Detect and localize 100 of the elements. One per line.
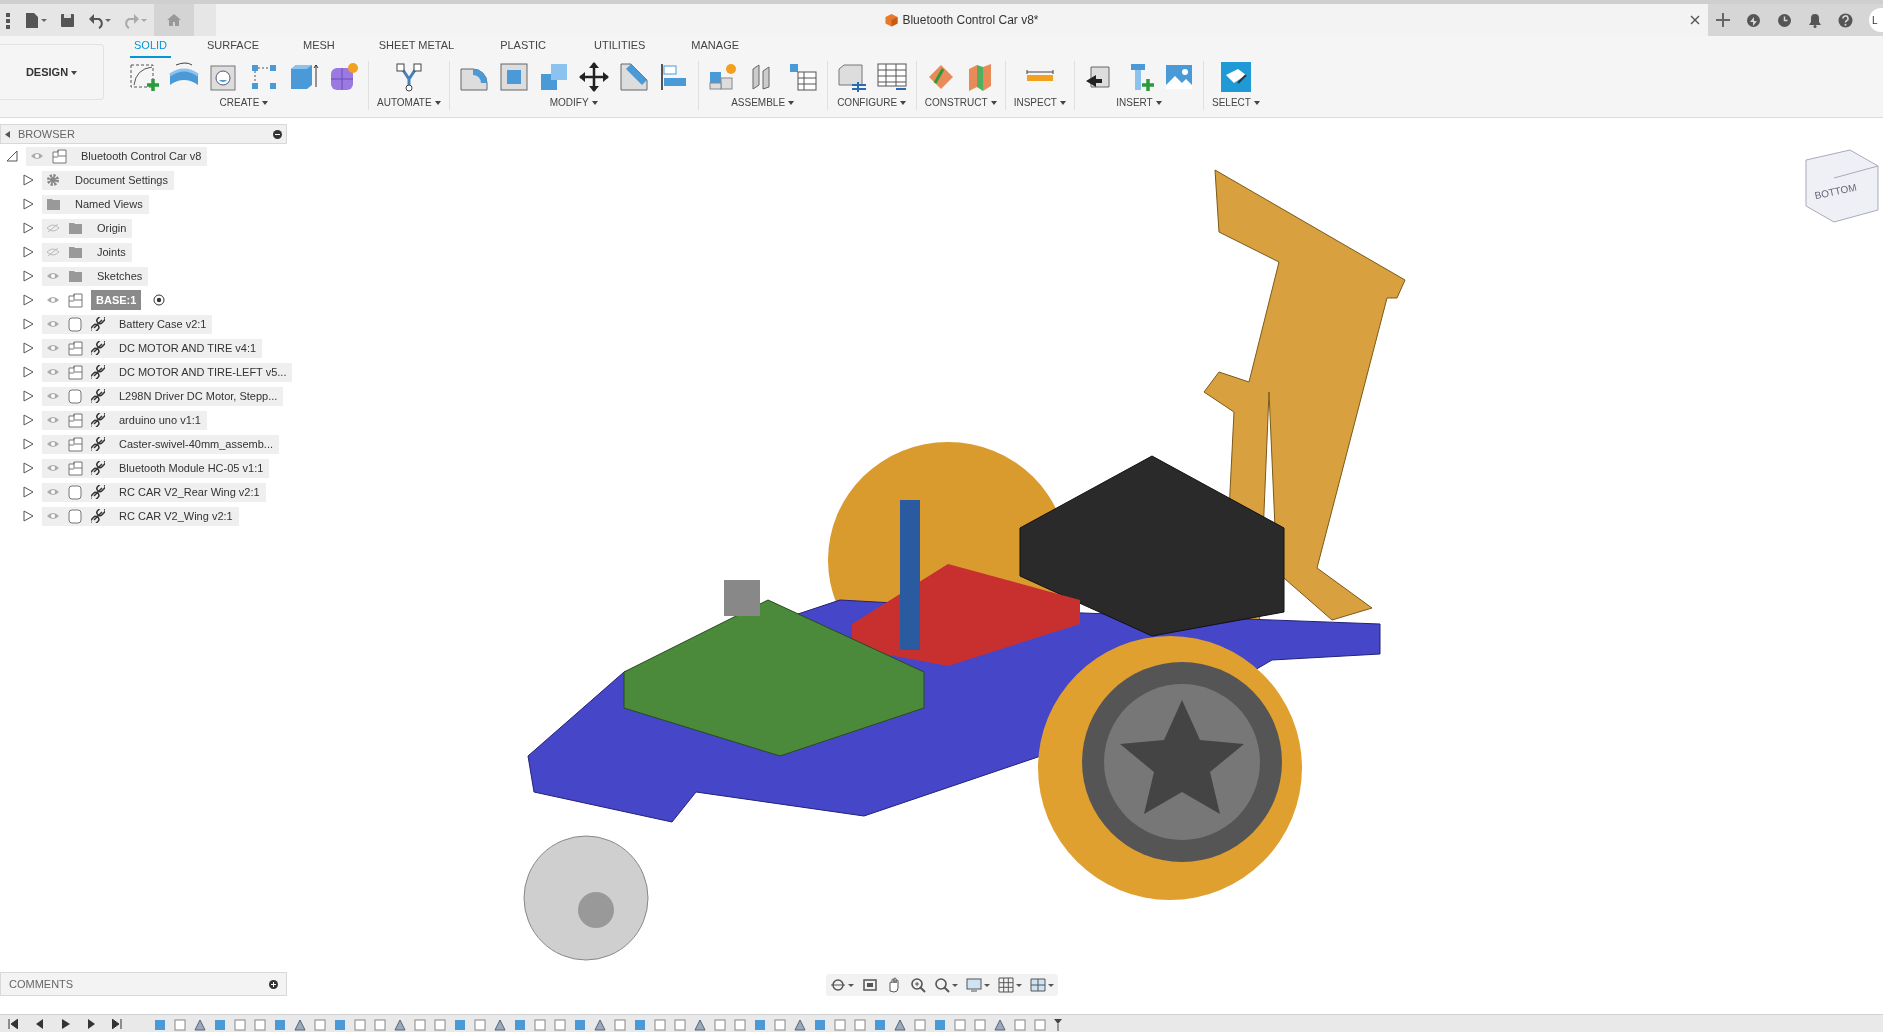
tool-group-dropdown[interactable]: CONSTRUCT [924,95,997,110]
browser-item[interactable]: RC CAR V2_Wing v2:1 [42,506,239,526]
timeline-marker-icon[interactable] [1054,1019,1062,1031]
toolbar-tab[interactable]: MANAGE [687,34,744,58]
look-at-icon[interactable] [862,977,878,993]
timeline-feature-icon[interactable] [294,1019,306,1031]
tool-group-dropdown[interactable]: INSPECT [1013,95,1066,110]
plus-icon[interactable] [1716,13,1730,27]
zoom-window-icon[interactable] [934,977,958,993]
expand-triangle-icon[interactable] [22,390,34,402]
timeline-feature-icon[interactable] [334,1019,346,1031]
timeline-feature-icon[interactable] [554,1019,566,1031]
timeline-feature-icon[interactable] [894,1019,906,1031]
browser-item[interactable]: Bluetooth Control Car v8 [26,146,208,166]
collapse-icon[interactable] [273,129,282,139]
eye-icon[interactable] [46,511,60,521]
timeline-feature-icon[interactable] [574,1019,586,1031]
browser-item[interactable]: Named Views [42,194,149,214]
timeline-feature-icon[interactable] [214,1019,226,1031]
expand-triangle-icon[interactable] [22,270,34,282]
expand-triangle-icon[interactable] [22,318,34,330]
tool-group-dropdown[interactable]: ASSEMBLE [731,95,795,110]
browser-item[interactable]: Caster-swivel-40mm_assemb... [42,434,280,454]
tool-group-dropdown[interactable]: SELECT [1212,95,1260,110]
add-comment-icon[interactable] [269,979,278,989]
browser-item[interactable]: Origin [42,218,133,238]
timeline-feature-icon[interactable] [954,1019,966,1031]
browser-item[interactable]: Document Settings [42,170,174,190]
timeline-feature-icon[interactable] [674,1019,686,1031]
tool-group-dropdown[interactable]: CREATE [219,95,269,110]
eye-icon[interactable] [46,415,60,425]
browser-item[interactable]: Bluetooth Module HC-05 v1:1 [42,458,270,478]
timeline-feature-icon[interactable] [434,1019,446,1031]
timeline-feature-icon[interactable] [254,1019,266,1031]
document-tab[interactable]: Bluetooth Control Car v8* [216,4,1708,36]
timeline-feature-icon[interactable] [1014,1019,1026,1031]
playback-end-icon[interactable] [112,1019,122,1029]
toolbar-tab[interactable]: SURFACE [203,34,263,58]
eye-icon[interactable] [46,391,60,401]
sketch-plus-icon[interactable] [128,61,160,93]
close-icon[interactable] [1690,15,1700,25]
expand-triangle-icon[interactable] [22,366,34,378]
playback-forward-icon[interactable] [86,1019,96,1029]
grid-icon[interactable] [998,977,1022,993]
toolbar-tab[interactable]: SHEET METAL [374,34,459,58]
timeline-feature-icon[interactable] [494,1019,506,1031]
notifications-icon[interactable] [1808,12,1822,28]
browser-item[interactable]: DC MOTOR AND TIRE v4:1 [42,338,263,358]
tool-group-dropdown[interactable]: MODIFY [549,95,598,110]
timeline-feature-icon[interactable] [234,1019,246,1031]
timeline-feature-icon[interactable] [394,1019,406,1031]
timeline-feature-icon[interactable] [194,1019,206,1031]
expanded-triangle-icon[interactable] [6,150,18,162]
expand-triangle-icon[interactable] [22,198,34,210]
browser-item[interactable]: L298N Driver DC Motor, Stepp... [42,386,284,406]
table-grid-icon[interactable] [875,61,908,93]
eye-icon[interactable] [46,319,60,329]
timeline-feature-icon[interactable] [974,1019,986,1031]
timeline-feature-icon[interactable] [794,1019,806,1031]
playback-back-icon[interactable] [34,1019,44,1029]
timeline-feature-icon[interactable] [1034,1019,1046,1031]
timeline-feature-icon[interactable] [454,1019,466,1031]
playback-start-icon[interactable] [8,1019,18,1029]
viewports-icon[interactable] [1030,977,1054,993]
display-icon[interactable] [966,977,990,993]
timeline-feature-icon[interactable] [834,1019,846,1031]
tool-group-dropdown[interactable]: CONFIGURE [837,95,907,110]
timeline-feature-icon[interactable] [594,1019,606,1031]
toolbar-tab[interactable]: PLASTIC [496,34,550,58]
expand-triangle-icon[interactable] [22,510,34,522]
eye-icon[interactable] [46,367,60,377]
timeline-feature-icon[interactable] [694,1019,706,1031]
eye-icon[interactable] [30,151,44,161]
eye-icon[interactable] [46,439,60,449]
timeline-feature-icon[interactable] [714,1019,726,1031]
orbit-icon[interactable] [830,977,854,993]
chamfer-icon[interactable] [617,61,650,93]
browser-item[interactable]: arduino uno v1:1 [42,410,207,430]
expand-triangle-icon[interactable] [22,174,34,186]
workspace-dropdown[interactable]: DESIGN [0,44,104,100]
expand-triangle-icon[interactable] [22,486,34,498]
select-brush-icon[interactable] [1219,61,1252,93]
timeline-feature-icon[interactable] [314,1019,326,1031]
help-icon[interactable] [1838,12,1853,28]
expand-triangle-icon[interactable] [22,462,34,474]
timeline-feature-icon[interactable] [634,1019,646,1031]
timeline-feature-icon[interactable] [414,1019,426,1031]
timeline-feature-icon[interactable] [774,1019,786,1031]
timeline-feature-icon[interactable] [914,1019,926,1031]
toolbar-tab[interactable]: UTILITIES [590,34,650,58]
shell-cube-icon[interactable] [497,61,530,93]
eye-icon[interactable] [46,463,60,473]
toolbar-tab[interactable]: MESH [299,34,339,58]
pan-hand-icon[interactable] [886,977,902,993]
user-avatar[interactable]: L [1869,8,1883,32]
browser-item[interactable]: Joints [42,242,132,262]
timeline-feature-icon[interactable] [354,1019,366,1031]
expand-triangle-icon[interactable] [22,294,34,306]
active-radio-icon[interactable] [153,294,166,306]
browser-item[interactable]: Sketches [42,266,149,286]
